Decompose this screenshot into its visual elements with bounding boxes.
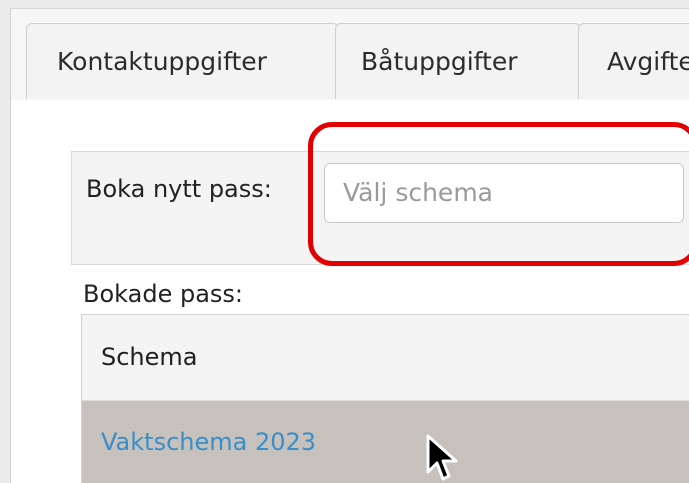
booked-shifts-table: Schema Vaktschema 2023 bbox=[81, 314, 689, 483]
application-frame: Kontaktuppgifter Båtuppgifter Avgifter B… bbox=[10, 8, 689, 483]
mouse-cursor-icon bbox=[426, 434, 458, 481]
tab-batuppgifter[interactable]: Båtuppgifter bbox=[335, 23, 581, 99]
tab-bar: Kontaktuppgifter Båtuppgifter Avgifter bbox=[11, 23, 689, 101]
booking-panel: Boka nytt pass: Välj schema bbox=[71, 122, 689, 266]
table-header: Schema bbox=[82, 315, 689, 401]
tab-kontaktuppgifter[interactable]: Kontaktuppgifter bbox=[26, 23, 339, 99]
schema-column-header: Schema bbox=[101, 343, 198, 371]
tab-content: Boka nytt pass: Välj schema Bokade pass:… bbox=[11, 100, 689, 483]
tab-avgifter[interactable]: Avgifter bbox=[578, 23, 689, 99]
book-new-shift-label: Boka nytt pass: bbox=[86, 175, 272, 203]
booked-shifts-label: Bokade pass: bbox=[83, 280, 243, 308]
table-row[interactable]: Vaktschema 2023 bbox=[82, 401, 689, 483]
schedule-select[interactable]: Välj schema bbox=[324, 163, 684, 223]
schedule-link[interactable]: Vaktschema 2023 bbox=[101, 425, 316, 459]
